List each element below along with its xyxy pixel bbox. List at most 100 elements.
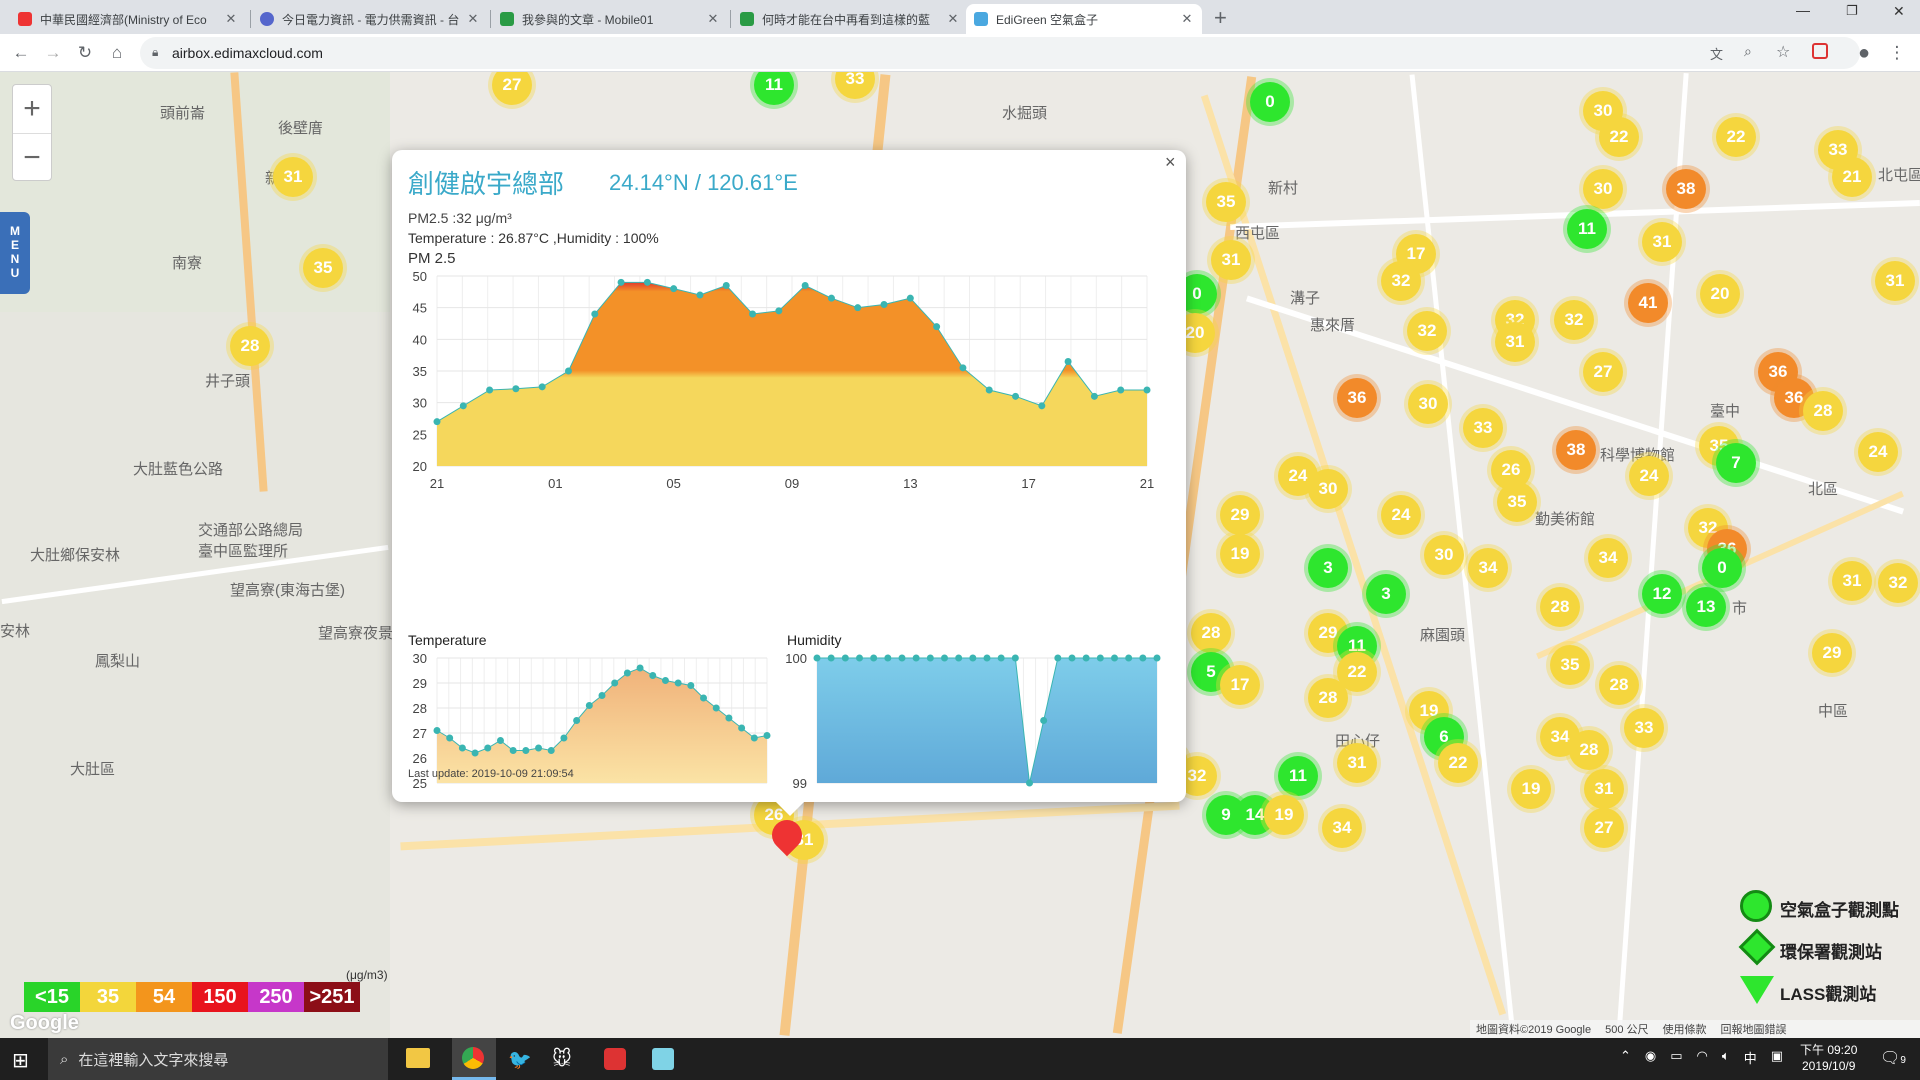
start-button[interactable]: ⊞ xyxy=(12,1048,29,1073)
airbox-marker[interactable]: 31 xyxy=(1642,222,1682,262)
chevron-up-icon[interactable]: ⌃ xyxy=(1620,1048,1631,1067)
airbox-marker[interactable]: 30 xyxy=(1408,384,1448,424)
airbox-marker[interactable]: 0 xyxy=(1250,82,1290,122)
tab-close-icon[interactable]: ✕ xyxy=(466,11,480,27)
airbox-marker[interactable]: 31 xyxy=(1584,769,1624,809)
airbox-marker[interactable]: 33 xyxy=(1463,408,1503,448)
airbox-marker[interactable]: 19 xyxy=(1511,769,1551,809)
airbox-marker[interactable]: 32 xyxy=(1878,563,1918,603)
airbox-marker[interactable]: 19 xyxy=(1220,534,1260,574)
tab-mobile01-1[interactable]: 我參與的文章 - Mobile01 ✕ xyxy=(492,4,728,34)
airbox-marker[interactable]: 3 xyxy=(1308,548,1348,588)
menu-button[interactable]: MENU xyxy=(0,212,30,294)
airbox-marker[interactable]: 28 xyxy=(1803,391,1843,431)
address-bar[interactable]: 🔒︎ airbox.edimaxcloud.com 文 ⌕ ☆ xyxy=(140,37,1860,69)
airbox-marker[interactable]: 11 xyxy=(1567,209,1607,249)
airbox-marker[interactable]: 32 xyxy=(1381,261,1421,301)
airbox-marker[interactable]: 31 xyxy=(1495,322,1535,362)
ime-mode-icon[interactable]: ▣ xyxy=(1771,1048,1783,1067)
airbox-marker[interactable]: 24 xyxy=(1381,495,1421,535)
airbox-marker[interactable]: 11 xyxy=(754,72,794,105)
app-icon[interactable]: 🐦 xyxy=(508,1048,532,1072)
notification-icon[interactable]: 🗨︎9 xyxy=(1880,1048,1906,1068)
zoom-out-button[interactable]: − xyxy=(13,133,51,181)
bookmark-star-icon[interactable]: ☆ xyxy=(1776,42,1790,62)
airbox-marker[interactable]: 30 xyxy=(1583,169,1623,209)
airbox-marker[interactable]: 30 xyxy=(1424,535,1464,575)
airbox-marker[interactable]: 34 xyxy=(1468,548,1508,588)
airbox-marker[interactable]: 22 xyxy=(1438,743,1478,783)
airbox-marker[interactable]: 32 xyxy=(1407,311,1447,351)
map-canvas[interactable]: 頭前崙後壁庴新庄子南寮井子頭大肚藍色公路交通部公路總局 臺中區監理所望高寮(東海… xyxy=(0,72,1920,1038)
airbox-marker[interactable]: 32 xyxy=(1554,300,1594,340)
airbox-marker[interactable]: 30 xyxy=(1308,469,1348,509)
airbox-marker[interactable]: 3 xyxy=(1366,574,1406,614)
minimize-button[interactable]: — xyxy=(1796,2,1810,18)
reload-button[interactable]: ↻ xyxy=(72,40,98,66)
tab-close-icon[interactable]: ✕ xyxy=(224,11,238,27)
airbox-marker[interactable]: 20 xyxy=(1700,274,1740,314)
airbox-marker[interactable]: 31 xyxy=(1875,261,1915,301)
airbox-marker[interactable]: 35 xyxy=(1206,182,1246,222)
wifi-icon[interactable]: ◠ xyxy=(1697,1048,1708,1067)
airbox-marker[interactable]: 34 xyxy=(1322,808,1362,848)
tab-close-icon[interactable]: ✕ xyxy=(946,11,960,27)
airbox-marker[interactable]: 28 xyxy=(1191,613,1231,653)
airbox-marker[interactable]: 34 xyxy=(1588,538,1628,578)
tab-close-icon[interactable]: ✕ xyxy=(706,11,720,27)
taskbar-search[interactable]: ⌕ 在這裡輸入文字來搜尋 xyxy=(48,1038,388,1080)
app-icon[interactable] xyxy=(652,1048,674,1070)
airbox-marker[interactable]: 27 xyxy=(492,72,532,105)
airbox-marker[interactable]: 0 xyxy=(1702,548,1742,588)
airbox-marker[interactable]: 31 xyxy=(273,157,313,197)
airbox-marker[interactable]: 27 xyxy=(1583,352,1623,392)
volume-icon[interactable]: 🔈︎ xyxy=(1722,1048,1730,1067)
airbox-marker[interactable]: 28 xyxy=(1308,678,1348,718)
airbox-marker[interactable]: 28 xyxy=(1569,730,1609,770)
popup-close-button[interactable]: × xyxy=(1165,152,1176,173)
chrome-icon[interactable] xyxy=(452,1038,496,1080)
airbox-marker[interactable]: 29 xyxy=(1812,633,1852,673)
tab-close-icon[interactable]: ✕ xyxy=(1180,11,1194,27)
app-icon[interactable]: 🐭 xyxy=(552,1048,572,1071)
airbox-marker[interactable]: 28 xyxy=(1540,587,1580,627)
airbox-marker[interactable]: 35 xyxy=(1550,645,1590,685)
airbox-marker[interactable]: 11 xyxy=(1278,756,1318,796)
ime-indicator[interactable]: 中 xyxy=(1744,1048,1757,1067)
tab-edigreen[interactable]: EdiGreen 空氣盒子 ✕ xyxy=(966,4,1202,34)
airbox-marker[interactable]: 17 xyxy=(1220,665,1260,705)
airbox-marker[interactable]: 38 xyxy=(1666,169,1706,209)
airbox-marker[interactable]: 41 xyxy=(1628,283,1668,323)
airbox-marker[interactable]: 31 xyxy=(1337,743,1377,783)
close-window-button[interactable]: ✕ xyxy=(1893,3,1905,20)
new-tab-button[interactable]: + xyxy=(1214,5,1227,31)
airbox-marker[interactable]: 13 xyxy=(1686,587,1726,627)
airbox-marker[interactable]: 12 xyxy=(1642,574,1682,614)
terms-link[interactable]: 使用條款 xyxy=(1663,1021,1707,1037)
chrome-menu-icon[interactable]: ⋮ xyxy=(1884,40,1910,66)
file-explorer-icon[interactable] xyxy=(406,1048,430,1068)
restore-button[interactable]: ❐ xyxy=(1846,3,1858,19)
home-button[interactable]: ⌂ xyxy=(104,40,130,66)
airbox-marker[interactable]: 28 xyxy=(230,326,270,366)
airbox-marker[interactable]: 31 xyxy=(1211,240,1251,280)
back-button[interactable]: ← xyxy=(8,40,34,66)
airbox-marker[interactable]: 33 xyxy=(1624,708,1664,748)
airbox-marker[interactable]: 28 xyxy=(1599,665,1639,705)
airbox-marker[interactable]: 36 xyxy=(1337,378,1377,418)
airbox-marker[interactable]: 27 xyxy=(1584,808,1624,848)
battery-icon[interactable]: ▭ xyxy=(1670,1048,1682,1067)
airbox-marker[interactable]: 35 xyxy=(303,248,343,288)
extension-icon[interactable] xyxy=(1812,43,1828,59)
airbox-marker[interactable]: 24 xyxy=(1629,456,1669,496)
airbox-marker[interactable]: 21 xyxy=(1832,157,1872,197)
tab-moea[interactable]: 中華民國經濟部(Ministry of Eco ✕ xyxy=(10,4,246,34)
airbox-marker[interactable]: 22 xyxy=(1716,117,1756,157)
airbox-marker[interactable]: 24 xyxy=(1858,432,1898,472)
airbox-marker[interactable]: 19 xyxy=(1264,795,1304,835)
translate-icon[interactable]: 文 xyxy=(1710,44,1723,63)
airbox-marker[interactable]: 38 xyxy=(1556,430,1596,470)
app-icon[interactable] xyxy=(604,1048,626,1070)
forward-button[interactable]: → xyxy=(40,40,66,66)
clock[interactable]: 下午 09:20 2019/10/9 xyxy=(1800,1042,1857,1074)
